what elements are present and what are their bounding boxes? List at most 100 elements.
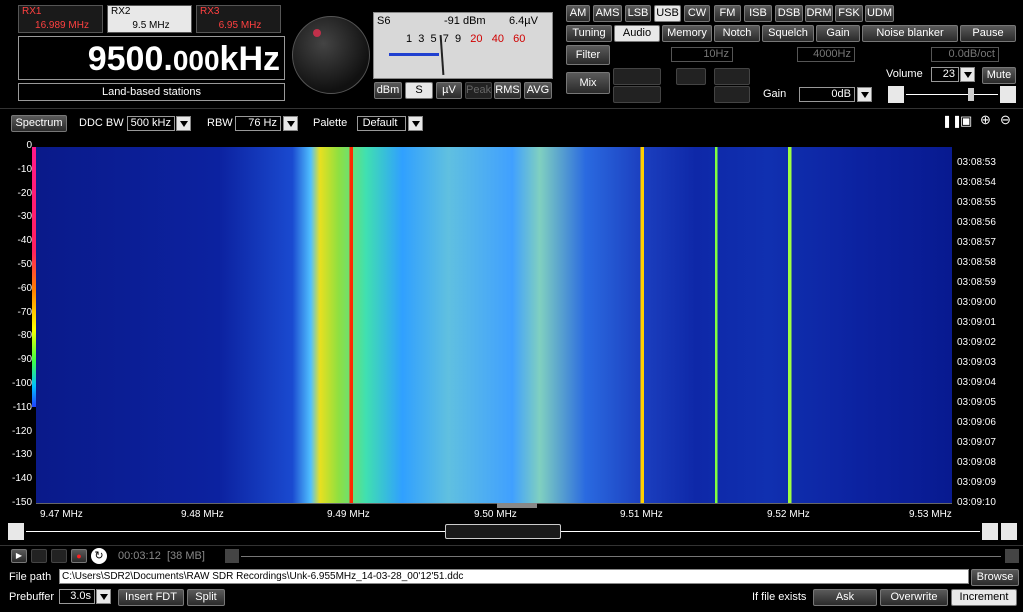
dbm-button[interactable]: dBm <box>374 82 402 99</box>
browse-button[interactable]: Browse <box>971 569 1019 586</box>
insert-fdt-button[interactable]: Insert FDT <box>118 589 184 606</box>
rx2-tab[interactable]: RX2 9.5 MHz <box>107 5 192 33</box>
gain-dropdown-icon[interactable] <box>857 87 872 102</box>
scale-20: 20 <box>470 33 483 45</box>
scale-3: 3 <box>418 33 425 45</box>
play-icon[interactable]: ▶ <box>11 549 27 563</box>
tab-noise-blanker[interactable]: Noise blanker <box>862 25 958 42</box>
tab-memory[interactable]: Memory <box>662 25 712 42</box>
zoom-out-icon[interactable]: ⊖ <box>1000 112 1011 128</box>
y-label: -110 <box>12 401 32 413</box>
slider-thumb[interactable] <box>968 88 974 101</box>
tab-gain[interactable]: Gain <box>816 25 860 42</box>
mode-ams[interactable]: AMS <box>593 5 622 22</box>
ddc-bw-field[interactable]: 500 kHz <box>127 116 175 131</box>
avg-button[interactable]: AVG <box>524 82 552 99</box>
spectrum-button[interactable]: Spectrum <box>11 115 67 132</box>
scroll-right-icon[interactable] <box>982 523 998 540</box>
volume-field[interactable]: 23 <box>931 67 959 82</box>
zoom-in-icon[interactable]: ⊕ <box>980 112 991 128</box>
peak-button[interactable]: Peak <box>465 82 492 99</box>
stop-icon[interactable] <box>31 549 47 563</box>
tuning-knob[interactable] <box>292 16 370 94</box>
mode-cw[interactable]: CW <box>684 5 710 22</box>
y-label: -150 <box>11 497 32 508</box>
palette-dropdown-icon[interactable] <box>408 116 423 131</box>
mix-button-3[interactable] <box>714 86 750 103</box>
mode-usb[interactable]: USB <box>654 5 681 22</box>
slider-left-icon[interactable] <box>888 86 904 103</box>
loop-icon[interactable]: ↻ <box>91 548 107 564</box>
scale-40: 40 <box>491 33 504 45</box>
meter-bar <box>389 53 439 56</box>
time-label: 03:09:00 <box>957 297 996 308</box>
freq-unit: kHz <box>219 40 280 78</box>
rbw-field[interactable]: 76 Hz <box>235 116 281 131</box>
ddc-dropdown-icon[interactable] <box>176 116 191 131</box>
filter-button[interactable]: Filter <box>566 45 610 65</box>
slider-right-icon[interactable] <box>1000 86 1016 103</box>
scale-9: 9 <box>455 33 462 45</box>
palette-field[interactable]: Default <box>357 116 406 131</box>
gain-label: Gain <box>763 88 787 100</box>
mix-mid-button[interactable] <box>676 68 706 85</box>
playback-scrollbar[interactable] <box>225 549 1019 563</box>
save-icon[interactable]: ▣ <box>960 113 972 129</box>
mix-button-2[interactable] <box>613 86 661 103</box>
rx3-name: RX3 <box>200 6 220 17</box>
volume-slider[interactable] <box>888 86 1016 103</box>
time-label: 03:08:58 <box>957 257 996 268</box>
mode-lsb[interactable]: LSB <box>625 5 651 22</box>
rbw-dropdown-icon[interactable] <box>283 116 298 131</box>
x-label-9.49: 9.49 MHz <box>327 509 370 520</box>
tab-tuning[interactable]: Tuning <box>566 25 612 42</box>
s-button[interactable]: S <box>405 82 433 99</box>
mode-fsk[interactable]: FSK <box>835 5 863 22</box>
frequency-display[interactable]: 9500.000kHz <box>18 36 285 80</box>
scroll-left-icon[interactable] <box>8 523 24 540</box>
waterfall-display[interactable] <box>36 147 952 503</box>
mix-high-button[interactable] <box>714 68 750 85</box>
prebuffer-field[interactable]: 3.0s <box>59 589 95 604</box>
rx3-tab[interactable]: RX3 6.95 MHz <box>196 5 281 33</box>
split-button[interactable]: Split <box>187 589 225 606</box>
filter-slope-field[interactable]: 0.0dB/oct <box>931 47 999 62</box>
file-path-input[interactable]: C:\Users\SDR2\Documents\RAW SDR Recordin… <box>59 569 969 584</box>
mute-button[interactable]: Mute <box>982 67 1016 84</box>
mix-button[interactable]: Mix <box>566 72 610 94</box>
pause-play-icon[interactable] <box>51 549 67 563</box>
rms-button[interactable]: RMS <box>494 82 521 99</box>
time-label: 03:09:04 <box>957 377 996 388</box>
mode-drm[interactable]: DRM <box>805 5 833 22</box>
playback-right-icon[interactable] <box>1005 549 1019 563</box>
mode-udm[interactable]: UDM <box>865 5 894 22</box>
uv-value: 6.4µV <box>509 15 538 27</box>
tab-audio[interactable]: Audio <box>614 25 660 42</box>
freq-scrollbar[interactable] <box>8 523 1018 540</box>
increment-button[interactable]: Increment <box>951 589 1017 606</box>
volume-dropdown-icon[interactable] <box>960 67 975 82</box>
tab-notch[interactable]: Notch <box>714 25 760 42</box>
uv-button[interactable]: µV <box>436 82 462 99</box>
mode-dsb[interactable]: DSB <box>775 5 803 22</box>
mix-low-button[interactable] <box>613 68 661 85</box>
mode-fm[interactable]: FM <box>714 5 741 22</box>
ask-button[interactable]: Ask <box>813 589 877 606</box>
prebuffer-dropdown-icon[interactable] <box>96 589 111 604</box>
playback-left-icon[interactable] <box>225 549 239 563</box>
record-icon[interactable]: ● <box>71 549 87 563</box>
mode-am[interactable]: AM <box>566 5 590 22</box>
volume-label: Volume <box>886 68 923 80</box>
separator-2 <box>0 545 1023 546</box>
scroll-end-icon[interactable] <box>1001 523 1017 540</box>
rx1-tab[interactable]: RX1 16.989 MHz <box>18 5 103 33</box>
filter-low-field[interactable]: 10Hz <box>671 47 733 62</box>
x-label-9.50: 9.50 MHz <box>474 509 517 520</box>
filter-high-field[interactable]: 4000Hz <box>797 47 855 62</box>
tab-pause[interactable]: Pause <box>960 25 1016 42</box>
tab-squelch[interactable]: Squelch <box>762 25 814 42</box>
overwrite-button[interactable]: Overwrite <box>880 589 948 606</box>
gain-field[interactable]: 0dB <box>799 87 855 102</box>
mode-isb[interactable]: ISB <box>744 5 772 22</box>
scroll-thumb[interactable] <box>445 524 561 539</box>
